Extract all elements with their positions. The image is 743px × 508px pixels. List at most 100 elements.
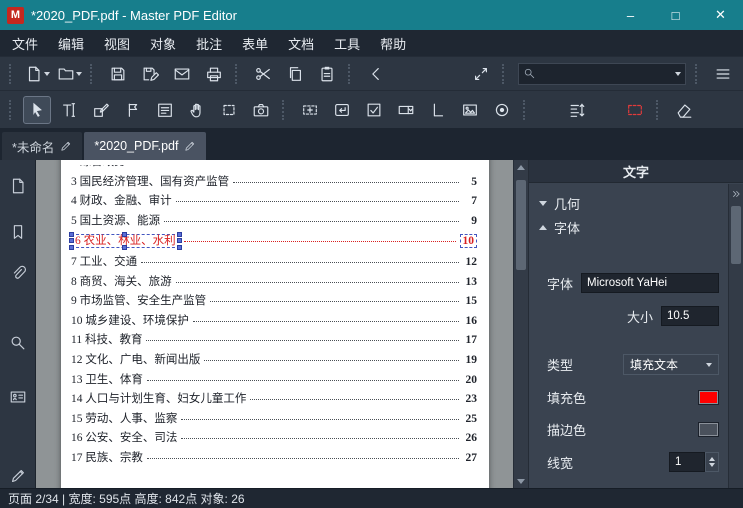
menu-help[interactable]: 帮助 <box>370 30 416 56</box>
section-font[interactable]: 字体 <box>539 215 719 239</box>
edit-object-tool-button[interactable] <box>87 96 115 124</box>
forms-panel-button[interactable] <box>5 385 31 409</box>
toc-row[interactable]: 4 财政、金融、审计 7 <box>71 195 477 207</box>
toc-row[interactable]: 14 人口与计划生育、妇女儿童工作 23 <box>71 393 477 405</box>
section-geometry[interactable]: 几何 <box>539 191 719 215</box>
resize-handle[interactable] <box>176 238 182 244</box>
arrange-order-tool-button[interactable] <box>563 96 591 124</box>
toc-row[interactable]: 15 劳动、人事、监察 25 <box>71 413 477 425</box>
form-list-tool-button[interactable] <box>151 96 179 124</box>
resize-handle[interactable] <box>69 238 74 244</box>
print-button[interactable] <box>200 60 228 88</box>
resize-handle[interactable] <box>122 232 128 238</box>
scrollbar-track[interactable] <box>514 174 528 474</box>
thumbnails-panel-button[interactable] <box>5 174 31 198</box>
listbox-tool-button[interactable] <box>424 96 452 124</box>
push-button-tool-button[interactable] <box>328 96 356 124</box>
spin-up-icon[interactable] <box>709 457 715 461</box>
menu-document[interactable]: 文档 <box>278 30 324 56</box>
toc-row[interactable]: 3 国民经济管理、国有资产监管 5 <box>71 176 477 188</box>
search-panel-button[interactable] <box>5 331 31 355</box>
fill-color-swatch[interactable] <box>698 390 719 405</box>
search-options-chevron-icon[interactable] <box>675 71 681 76</box>
stroke-color-label: 描边色 <box>547 423 587 438</box>
resize-handle[interactable] <box>69 232 74 238</box>
toc-row[interactable]: 7 工业、交通 12 <box>71 256 477 268</box>
open-file-button[interactable] <box>55 60 83 88</box>
cut-button[interactable] <box>249 60 277 88</box>
menu-object[interactable]: 对象 <box>140 30 186 56</box>
resize-handle[interactable] <box>122 245 128 251</box>
menu-view[interactable]: 视图 <box>94 30 140 56</box>
scroll-up-button[interactable] <box>514 160 529 174</box>
toc-row[interactable]: 17 民族、宗教 27 <box>71 452 477 464</box>
tab-untitled[interactable]: *未命名 <box>2 132 83 160</box>
toc-row-partial[interactable]: 2 综合政务 3 <box>71 165 477 168</box>
menu-tools[interactable]: 工具 <box>324 30 370 56</box>
previous-view-button[interactable] <box>362 60 390 88</box>
radio-button-tool-button[interactable] <box>488 96 516 124</box>
crop-tool-button[interactable] <box>215 96 243 124</box>
search-input[interactable] <box>536 65 674 82</box>
hand-tool-button[interactable] <box>183 96 211 124</box>
screenshot-tool-button[interactable] <box>247 96 275 124</box>
spin-down-icon[interactable] <box>709 463 715 467</box>
select-tool-button[interactable] <box>23 95 51 124</box>
toc-row[interactable]: 8 商贸、海关、旅游 13 <box>71 276 477 288</box>
save-button[interactable] <box>104 60 132 88</box>
scrollbar-thumb[interactable] <box>516 180 526 270</box>
toc-row[interactable]: 11 科技、教育 17 <box>71 334 477 346</box>
resize-handle[interactable] <box>176 232 182 238</box>
toolbar-drag-handle[interactable] <box>9 63 16 84</box>
scrollbar-thumb[interactable] <box>731 206 741 264</box>
stroke-color-swatch[interactable] <box>698 422 719 437</box>
checkbox-tool-button[interactable] <box>360 96 388 124</box>
annotation-select-tool-button[interactable] <box>119 96 147 124</box>
bookmarks-panel-button[interactable] <box>5 220 31 244</box>
toc-row[interactable]: 5 国土资源、能源 9 <box>71 215 477 227</box>
close-button[interactable]: ✕ <box>698 0 743 30</box>
copy-button[interactable] <box>281 60 309 88</box>
menu-comment[interactable]: 批注 <box>186 30 232 56</box>
toc-row[interactable]: 16 公安、安全、司法 26 <box>71 432 477 444</box>
fill-type-dropdown[interactable]: 填充文本 <box>623 354 719 375</box>
toolbar-drag-handle[interactable] <box>9 99 16 120</box>
toc-row-selected-object[interactable]: 6 农业、林业、水利 10 <box>69 232 477 251</box>
toc-row[interactable]: 13 卫生、体育 20 <box>71 374 477 386</box>
selected-page-number[interactable]: 10 <box>459 234 477 249</box>
panel-scrollbar[interactable] <box>728 184 743 488</box>
save-as-button[interactable] <box>136 60 164 88</box>
minimize-button[interactable]: – <box>608 0 653 30</box>
menu-file[interactable]: 文件 <box>2 30 48 56</box>
attachments-panel-button[interactable] <box>5 261 31 285</box>
scroll-down-button[interactable] <box>514 474 529 488</box>
selection-box[interactable]: 6 农业、林业、水利 <box>69 232 182 251</box>
combobox-tool-button[interactable] <box>392 96 420 124</box>
menu-edit[interactable]: 编辑 <box>48 30 94 56</box>
toc-row[interactable]: 10 城乡建设、环境保护 16 <box>71 315 477 327</box>
resize-handle[interactable] <box>176 245 182 251</box>
left-sidebar <box>0 160 36 488</box>
edit-text-tool-button[interactable] <box>55 96 83 124</box>
font-family-input[interactable]: Microsoft YaHei <box>581 273 719 293</box>
text-field-tool-button[interactable] <box>296 96 324 124</box>
resize-handle[interactable] <box>69 245 74 251</box>
edit-form-tool-button[interactable] <box>621 96 649 124</box>
paste-button[interactable] <box>313 60 341 88</box>
tab-2020-pdf[interactable]: *2020_PDF.pdf <box>84 132 207 160</box>
maximize-button[interactable]: □ <box>653 0 698 30</box>
toc-row[interactable]: 9 市场监管、安全生产监管 15 <box>71 295 477 307</box>
snapshot-button[interactable] <box>467 60 495 88</box>
toolbar-menu-button[interactable] <box>709 60 737 88</box>
image-button-tool-button[interactable] <box>456 96 484 124</box>
menu-forms[interactable]: 表单 <box>232 30 278 56</box>
toc-row[interactable]: 12 文化、广电、新闻出版 19 <box>71 354 477 366</box>
line-width-input[interactable]: 1 <box>669 452 705 472</box>
viewer-scrollbar[interactable] <box>513 160 528 488</box>
panel-collapse-button[interactable] <box>729 186 742 202</box>
eraser-tool-button[interactable] <box>670 96 698 124</box>
email-button[interactable] <box>168 60 196 88</box>
new-document-button[interactable] <box>23 60 51 88</box>
font-size-input[interactable]: 10.5 <box>661 306 719 326</box>
signature-panel-button[interactable] <box>5 464 31 488</box>
